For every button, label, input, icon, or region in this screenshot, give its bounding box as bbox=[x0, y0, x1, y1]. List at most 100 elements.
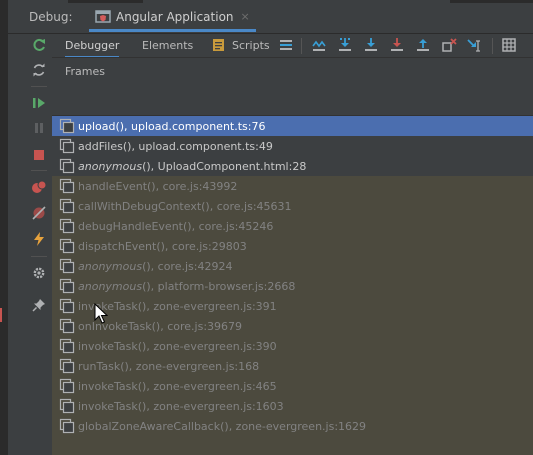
angular-app-icon bbox=[95, 9, 111, 23]
refresh-icon bbox=[33, 63, 45, 77]
frame-label: dispatchEvent(), core.js:29803 bbox=[78, 240, 247, 253]
frame-location: (), platform-browser.js:2668 bbox=[142, 279, 296, 293]
thread-selector-row[interactable] bbox=[52, 85, 533, 116]
frame-row[interactable]: runTask(), zone-evergreen.js:168 bbox=[52, 356, 533, 376]
pause-icon bbox=[35, 123, 43, 133]
tab-elements-label: Elements bbox=[142, 38, 194, 52]
drop-frame-button[interactable] bbox=[440, 36, 458, 54]
frame-location: , zone-evergreen.js:391 bbox=[146, 299, 277, 313]
tab-debugger-label: Debugger bbox=[65, 38, 120, 52]
frame-row[interactable]: anonymous(), core.js:42924 bbox=[52, 256, 533, 276]
frame-location: , upload.component.ts:49 bbox=[131, 139, 273, 153]
rerun-button[interactable] bbox=[30, 36, 48, 54]
step-over-icon bbox=[339, 38, 351, 51]
resume-icon bbox=[33, 98, 45, 108]
frame-row[interactable]: invokeTask(), zone-evergreen.js:391 bbox=[52, 296, 533, 316]
title-bar-shadow bbox=[450, 0, 533, 3]
frame-row[interactable]: anonymous(), UploadComponent.html:28 bbox=[52, 156, 533, 176]
debug-title-bar: Debug: Angular Application × bbox=[8, 0, 533, 34]
debug-side-toolbar bbox=[27, 34, 51, 455]
run-to-cursor-icon bbox=[467, 39, 480, 52]
step-into-button[interactable] bbox=[362, 36, 380, 54]
show-execution-point-button[interactable] bbox=[310, 36, 328, 54]
frame-location: , core.js:45246 bbox=[191, 219, 274, 233]
frames-list-filler bbox=[52, 436, 533, 455]
frame-label: addFiles(), upload.component.ts:49 bbox=[78, 140, 273, 153]
frame-row[interactable]: upload(), upload.component.ts:76 bbox=[52, 116, 533, 136]
stack-frame-icon bbox=[59, 358, 75, 374]
frame-location: , upload.component.ts:76 bbox=[124, 119, 266, 133]
restore-layout-icon bbox=[280, 40, 292, 50]
frame-function: anonymous bbox=[78, 259, 143, 273]
frame-function: invokeTask() bbox=[78, 379, 147, 393]
pin-button[interactable] bbox=[30, 296, 48, 314]
frame-row[interactable]: invokeTask(), zone-evergreen.js:390 bbox=[52, 336, 533, 356]
refresh-button[interactable] bbox=[30, 61, 48, 79]
frames-list: upload(), upload.component.ts:76 addFile… bbox=[52, 116, 533, 436]
restore-layout-button[interactable] bbox=[277, 36, 295, 54]
frame-row[interactable]: debugHandleEvent(), core.js:45246 bbox=[52, 216, 533, 236]
settings-button[interactable] bbox=[30, 264, 48, 282]
frame-row[interactable]: addFiles(), upload.component.ts:49 bbox=[52, 136, 533, 156]
frame-row[interactable]: onInvokeTask(), core.js:39679 bbox=[52, 316, 533, 336]
frame-function: invokeTask() bbox=[78, 339, 147, 353]
frame-function: debugHandleEvent() bbox=[78, 219, 192, 233]
step-out-button[interactable] bbox=[414, 36, 432, 54]
stack-frame-icon bbox=[59, 238, 75, 254]
tab-elements[interactable]: Elements bbox=[142, 34, 193, 56]
frame-row[interactable]: invokeTask(), zone-evergreen.js:465 bbox=[52, 376, 533, 396]
frame-row[interactable]: dispatchEvent(), core.js:29803 bbox=[52, 236, 533, 256]
run-to-cursor-button[interactable] bbox=[466, 36, 484, 54]
pause-button[interactable] bbox=[30, 119, 48, 137]
frame-label: callWithDebugContext(), core.js:45631 bbox=[78, 200, 292, 213]
toolbar-separator bbox=[31, 170, 47, 171]
frame-label: invokeTask(), zone-evergreen.js:390 bbox=[78, 340, 277, 353]
scripts-icon bbox=[213, 39, 224, 51]
frame-label: invokeTask(), zone-evergreen.js:465 bbox=[78, 380, 277, 393]
show-execution-point-icon bbox=[312, 40, 326, 51]
frame-row[interactable]: invokeTask(), zone-evergreen.js:1603 bbox=[52, 396, 533, 416]
run-config-name: Angular Application bbox=[116, 9, 234, 24]
stack-frame-icon bbox=[59, 338, 75, 354]
drop-frame-icon bbox=[442, 38, 457, 52]
toolbar-separator bbox=[31, 86, 47, 87]
frame-row[interactable]: callWithDebugContext(), core.js:45631 bbox=[52, 196, 533, 216]
tab-scripts-label: Scripts bbox=[232, 38, 270, 52]
view-breakpoints-button[interactable] bbox=[30, 178, 48, 196]
frame-function: upload() bbox=[78, 119, 125, 133]
evaluate-expression-button[interactable] bbox=[500, 36, 518, 54]
force-step-into-button[interactable] bbox=[388, 36, 406, 54]
frame-location: , core.js:39679 bbox=[160, 319, 243, 333]
frame-label: runTask(), zone-evergreen.js:168 bbox=[78, 360, 259, 373]
tab-scripts[interactable]: Scripts bbox=[212, 34, 270, 56]
frame-label: handleEvent(), core.js:43992 bbox=[78, 180, 237, 193]
frame-function: handleEvent() bbox=[78, 179, 156, 193]
frame-location: , zone-evergreen.js:1603 bbox=[146, 399, 284, 413]
stack-frame-icon bbox=[59, 138, 75, 154]
frame-row[interactable]: anonymous(), platform-browser.js:2668 bbox=[52, 276, 533, 296]
mute-breakpoints-button[interactable] bbox=[30, 204, 48, 222]
frame-function: anonymous bbox=[78, 159, 143, 173]
stack-frame-icon bbox=[59, 398, 75, 414]
stop-button[interactable] bbox=[30, 146, 48, 164]
step-over-button[interactable] bbox=[336, 36, 354, 54]
frame-function: invokeTask() bbox=[78, 299, 147, 313]
stack-frame-icon bbox=[59, 378, 75, 394]
error-marker bbox=[0, 308, 2, 322]
close-tab-icon[interactable]: × bbox=[241, 10, 250, 23]
tab-debugger[interactable]: Debugger bbox=[65, 34, 120, 58]
stack-frame-icon bbox=[59, 258, 75, 274]
frame-row[interactable]: handleEvent(), core.js:43992 bbox=[52, 176, 533, 196]
settings-icon bbox=[33, 267, 45, 279]
frame-row[interactable]: globalZoneAwareCallback(), zone-evergree… bbox=[52, 416, 533, 436]
run-config-tab[interactable]: Angular Application × bbox=[89, 4, 256, 32]
resume-button[interactable] bbox=[30, 94, 48, 112]
frame-label: globalZoneAwareCallback(), zone-evergree… bbox=[78, 420, 366, 433]
stack-frame-icon bbox=[59, 198, 75, 214]
frame-function: onInvokeTask() bbox=[78, 319, 161, 333]
frame-label: anonymous(), UploadComponent.html:28 bbox=[78, 160, 306, 173]
stack-frame-icon bbox=[59, 318, 75, 334]
stack-frame-icon bbox=[59, 298, 75, 314]
lightning-button[interactable] bbox=[30, 230, 48, 248]
frame-function: anonymous bbox=[78, 279, 143, 293]
